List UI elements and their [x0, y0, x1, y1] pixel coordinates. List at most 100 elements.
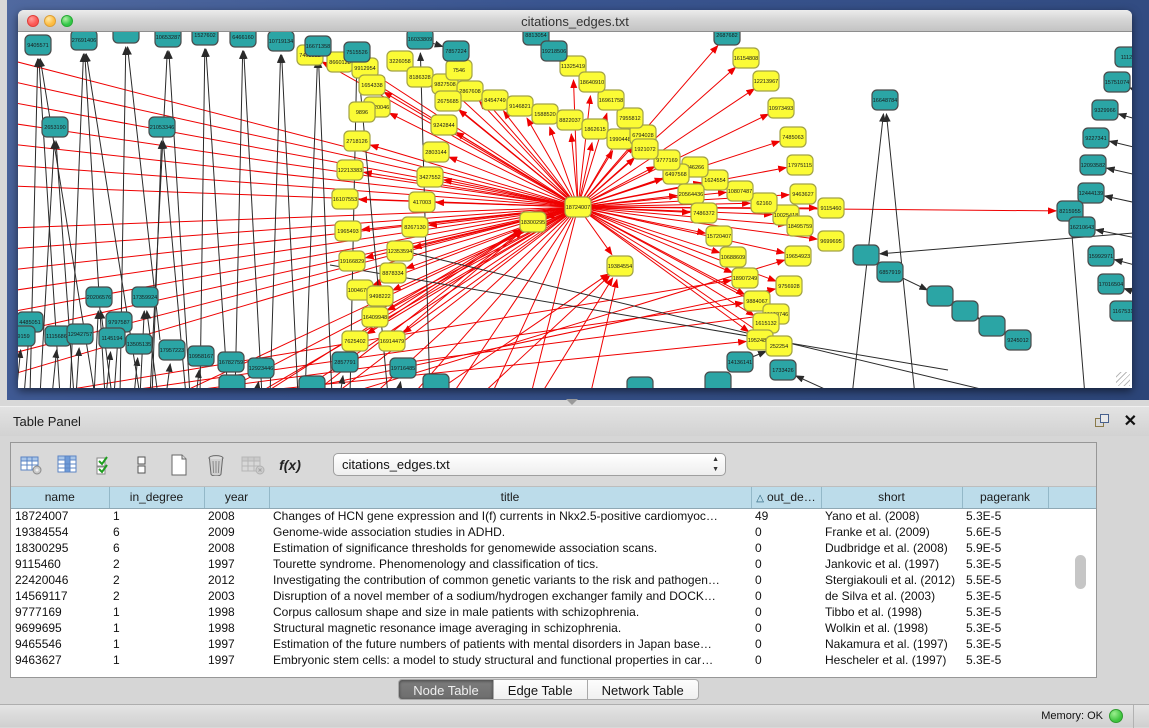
graph-node[interactable]: 20206576: [86, 287, 112, 307]
column-header-out_de[interactable]: △out_de…: [751, 487, 821, 508]
table-cell[interactable]: 5.3E-5: [962, 652, 1048, 668]
graph-node[interactable]: 18495759: [787, 216, 813, 236]
graph-node[interactable]: [705, 372, 731, 388]
graph-node[interactable]: 12923446: [248, 358, 274, 378]
graph-node[interactable]: 15720407: [706, 226, 732, 246]
table-cell[interactable]: [1048, 604, 1096, 620]
table-cell[interactable]: Hescheler et al. (1997): [821, 652, 962, 668]
graph-node[interactable]: 9699695: [818, 231, 844, 251]
table-cell[interactable]: Stergiakouli et al. (2012): [821, 572, 962, 588]
table-cell[interactable]: [1048, 652, 1096, 668]
graph-node[interactable]: [423, 374, 449, 388]
graph-node[interactable]: 9115460: [818, 198, 844, 218]
graph-node[interactable]: 18724007: [565, 197, 591, 217]
table-mode-icon[interactable]: [19, 453, 43, 477]
table-cell[interactable]: Franke et al. (2009): [821, 524, 962, 540]
graph-node[interactable]: 15992971: [1088, 246, 1114, 266]
graph-node[interactable]: [219, 375, 245, 388]
table-cell[interactable]: 9777169: [11, 604, 109, 620]
column-header-name[interactable]: name: [11, 487, 109, 508]
table-cell[interactable]: 19384554: [11, 524, 109, 540]
graph-node[interactable]: 17359924: [132, 287, 158, 307]
table-cell[interactable]: 1: [109, 652, 204, 668]
table-cell[interactable]: 0: [751, 652, 821, 668]
graph-node[interactable]: 7486372: [691, 203, 717, 223]
table-cell[interactable]: Tourette syndrome. Phenomenology and cla…: [269, 556, 751, 572]
graph-node[interactable]: 13505135: [126, 334, 152, 354]
graph-node[interactable]: 19218506: [541, 41, 567, 61]
graph-node[interactable]: 7955812: [617, 108, 643, 128]
graph-node[interactable]: 16782759: [218, 352, 244, 372]
graph-node[interactable]: 9329966: [1092, 100, 1118, 120]
table-cell[interactable]: 1: [109, 636, 204, 652]
delete-columns-icon[interactable]: [204, 453, 228, 477]
graph-node[interactable]: 9227341: [1083, 128, 1109, 148]
graph-node[interactable]: 21053346: [149, 117, 175, 137]
graph-node[interactable]: 16033809: [407, 32, 433, 49]
graph-node[interactable]: 2718126: [344, 131, 370, 151]
table-scrollbar-thumb[interactable]: [1075, 555, 1086, 589]
function-builder-icon[interactable]: f(x): [278, 453, 302, 477]
table-cell[interactable]: Yano et al. (2008): [821, 508, 962, 524]
tab-node-table[interactable]: Node Table: [398, 679, 494, 700]
table-cell[interactable]: 9115460: [11, 556, 109, 572]
table-cell[interactable]: [1048, 588, 1096, 604]
table-cell[interactable]: 5.3E-5: [962, 620, 1048, 636]
table-cell[interactable]: 5.9E-5: [962, 540, 1048, 556]
graph-node[interactable]: 3427552: [417, 167, 443, 187]
graph-node[interactable]: 8454749: [482, 90, 508, 110]
graph-node[interactable]: 7857224: [443, 41, 469, 61]
table-cell[interactable]: 6: [109, 524, 204, 540]
graph-node[interactable]: 8822037: [557, 110, 583, 130]
graph-node[interactable]: 16914479: [379, 331, 405, 351]
table-cell[interactable]: 9465546: [11, 636, 109, 652]
graph-node[interactable]: 2803144: [423, 142, 449, 162]
graph-node[interactable]: 10807487: [727, 181, 753, 201]
table-cell[interactable]: 9463627: [11, 652, 109, 668]
graph-node[interactable]: 9146821: [507, 96, 533, 116]
graph-node[interactable]: 2653190: [42, 117, 68, 137]
graph-node[interactable]: 8186328: [407, 67, 433, 87]
select-all-rows-icon[interactable]: [93, 453, 117, 477]
table-cell[interactable]: Corpus callosum shape and size in male p…: [269, 604, 751, 620]
graph-node[interactable]: 1167531: [1110, 301, 1132, 321]
graph-node[interactable]: 16671358: [305, 36, 331, 56]
graph-node[interactable]: 10958167: [188, 346, 214, 366]
graph-node[interactable]: 10719134: [268, 32, 294, 51]
table-cell[interactable]: 1: [109, 508, 204, 524]
table-cell[interactable]: 0: [751, 556, 821, 572]
network-window-titlebar[interactable]: citations_edges.txt: [18, 10, 1132, 32]
graph-node[interactable]: 7515526: [344, 42, 370, 62]
table-cell[interactable]: 0: [751, 588, 821, 604]
graph-node[interactable]: [627, 377, 653, 388]
graph-node[interactable]: 7546: [446, 60, 472, 80]
table-cell[interactable]: 5.3E-5: [962, 604, 1048, 620]
graph-node[interactable]: 12093582: [1080, 155, 1106, 175]
graph-node[interactable]: 17016504: [1098, 274, 1124, 294]
graph-node[interactable]: 19384554: [607, 256, 633, 276]
graph-node[interactable]: 17957223: [159, 340, 185, 360]
graph-node[interactable]: 16409948: [362, 307, 388, 327]
table-cell[interactable]: 0: [751, 636, 821, 652]
table-cell[interactable]: 1997: [204, 636, 269, 652]
table-cell[interactable]: 5.5E-5: [962, 572, 1048, 588]
table-cell[interactable]: 1997: [204, 556, 269, 572]
table-cell[interactable]: 9699695: [11, 620, 109, 636]
table-cell[interactable]: 14569117: [11, 588, 109, 604]
graph-node[interactable]: 1990448: [607, 129, 633, 149]
close-panel-icon[interactable]: ✕: [1124, 411, 1137, 431]
table-cell[interactable]: 2008: [204, 540, 269, 556]
table-cell[interactable]: Jankovic et al. (1997): [821, 556, 962, 572]
table-cell[interactable]: Dudbridge et al. (2008): [821, 540, 962, 556]
row-height-icon[interactable]: [130, 453, 154, 477]
graph-node[interactable]: 19654923: [785, 246, 811, 266]
table-cell[interactable]: 5.3E-5: [962, 508, 1048, 524]
graph-node[interactable]: 417003: [409, 192, 435, 212]
graph-node[interactable]: 1921072: [632, 139, 658, 159]
table-cell[interactable]: 18300295: [11, 540, 109, 556]
graph-node[interactable]: 7625402: [342, 331, 368, 351]
table-cell[interactable]: 5.3E-5: [962, 588, 1048, 604]
graph-node[interactable]: 2857791: [332, 352, 358, 372]
table-cell[interactable]: [1048, 620, 1096, 636]
graph-node[interactable]: 19166829: [339, 251, 365, 271]
